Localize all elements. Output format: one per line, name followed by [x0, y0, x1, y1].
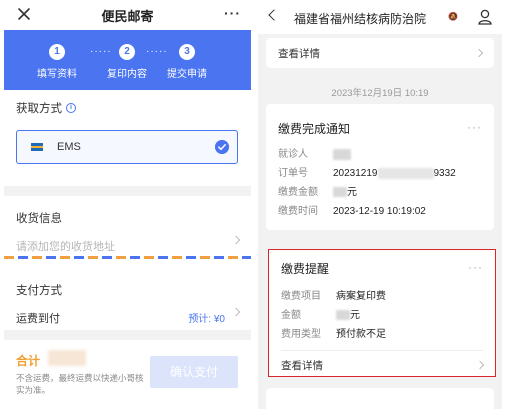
address-title: 收货信息	[16, 213, 62, 225]
close-icon[interactable]	[16, 6, 32, 22]
chevron-right-icon	[475, 360, 485, 370]
page-title: 便民邮寄	[101, 8, 154, 24]
kv-row: 金额 元	[269, 306, 495, 325]
card-body: 就诊人 订单号 20231219 9332 缴费金额 元 缴费时间 2023-12…	[266, 145, 494, 221]
more-icon[interactable]: ···	[224, 5, 241, 21]
step-number: 2	[119, 44, 135, 60]
payment-complete-card[interactable]: 缴费完成通知 ··· 就诊人 订单号 20231219 9332 缴费金额 元 缴…	[266, 104, 494, 230]
back-icon[interactable]	[268, 9, 280, 21]
order-prefix: 20231219	[333, 168, 378, 179]
card-title: 缴费完成通知	[278, 122, 351, 136]
nav-bar: 便民邮寄 ···	[4, 0, 251, 30]
payment-estimate: 预计: ¥0	[188, 314, 225, 325]
more-icon[interactable]: ···	[467, 120, 482, 137]
card-title: 缴费提醒	[281, 262, 330, 276]
left-screen: 便民邮寄 ··· 1 填写资料 ····· 2 复印内容 ····· 3 提交申…	[4, 0, 251, 409]
step-number: 1	[49, 44, 65, 60]
step-label: 提交申请	[167, 69, 207, 80]
pickup-title-row: 获取方式 i	[4, 100, 251, 116]
redacted-order	[377, 167, 434, 179]
step-number: 3	[179, 44, 195, 60]
bottom-bar: 合计 不含运费，最终运费以快递小哥核实为准。 确认支付	[4, 340, 251, 409]
pickup-section: 获取方式 i EMS	[4, 100, 251, 164]
nav-bar: 福建省福州结核病防治院 🔕	[258, 0, 502, 34]
kv-key: 费用类型	[281, 329, 321, 340]
total-amount-redacted	[48, 350, 86, 366]
ems-logo-icon	[31, 143, 43, 151]
order-suffix: 9332	[433, 168, 456, 179]
payment-section[interactable]: 支付方式 运费到付 预计: ¥0	[4, 282, 251, 326]
right-screen: 福建省福州结核病防治院 🔕 查看详情 2023年12月19日 10:19 缴费完…	[258, 0, 502, 409]
view-details-link[interactable]: 查看详情	[266, 38, 494, 61]
page-title: 福建省福州结核病防治院	[294, 12, 427, 26]
kv-value	[333, 145, 351, 164]
kv-key: 金额	[281, 310, 301, 321]
step-3: 3 提交申请	[152, 44, 222, 80]
step-1: 1 填写资料	[22, 44, 92, 80]
ems-label: EMS	[57, 141, 81, 153]
info-icon[interactable]: i	[66, 103, 76, 113]
kv-value: 预付款不足	[336, 329, 386, 340]
card-header: 缴费完成通知 ···	[266, 104, 494, 137]
section-divider	[4, 330, 251, 340]
payment-method: 运费到付	[16, 313, 60, 325]
kv-value: 2023-12-19 10:19:02	[333, 206, 426, 217]
kv-key: 缴费时间	[278, 206, 318, 217]
section-divider	[258, 240, 502, 246]
kv-key: 订单号	[278, 168, 308, 179]
step-progress: 1 填写资料 ····· 2 复印内容 ····· 3 提交申请	[4, 30, 251, 90]
section-divider	[4, 186, 251, 196]
kv-row: 订单号 20231219 9332	[266, 164, 494, 183]
kv-value: 元	[333, 183, 357, 202]
amount-unit: 元	[347, 187, 357, 198]
kv-key: 缴费项目	[281, 291, 321, 302]
redacted-amount	[333, 187, 347, 198]
more-icon[interactable]: ···	[468, 260, 483, 277]
check-icon	[215, 140, 229, 154]
kv-key: 就诊人	[278, 149, 308, 160]
shipping-note: 不含运费，最终运费以快递小哥核实为准。	[16, 373, 144, 395]
ems-option[interactable]: EMS	[16, 130, 238, 164]
kv-row: 缴费项目 病案复印费	[269, 287, 495, 306]
user-icon[interactable]	[478, 9, 492, 25]
kv-value: 病案复印费	[336, 291, 386, 302]
amount-unit: 元	[350, 310, 360, 321]
pickup-title: 获取方式	[16, 103, 62, 115]
kv-value: 元	[336, 306, 360, 325]
redacted-amount	[336, 310, 350, 321]
confirm-pay-button[interactable]: 确认支付	[150, 356, 238, 388]
kv-row: 费用类型 预付款不足	[269, 325, 495, 344]
address-placeholder: 请添加您的收货地址	[16, 241, 115, 253]
payment-row: 运费到付 预计: ¥0	[4, 310, 251, 326]
envelope-divider	[4, 256, 251, 259]
kv-key: 缴费金额	[278, 187, 318, 198]
kv-value: 20231219 9332	[333, 164, 456, 183]
card-body: 缴费项目 病案复印费 金额 元 费用类型 预付款不足	[269, 287, 495, 344]
total-label: 合计	[16, 354, 41, 368]
kv-row: 缴费金额 元	[266, 183, 494, 202]
card-header: 缴费提醒 ···	[269, 250, 495, 277]
kv-row: 就诊人	[266, 145, 494, 164]
payment-reminder-card[interactable]: 缴费提醒 ··· 缴费项目 病案复印费 金额 元 费用类型 预付款不足 查看详情	[268, 249, 496, 377]
next-card[interactable]	[266, 388, 494, 409]
step-label: 填写资料	[37, 69, 77, 80]
card-divider	[281, 350, 483, 351]
mute-icon: 🔕	[448, 12, 458, 21]
payment-title: 支付方式	[16, 285, 62, 297]
top-card[interactable]: 查看详情	[266, 38, 494, 68]
view-details-link[interactable]: 查看详情	[269, 358, 323, 373]
kv-row: 缴费时间 2023-12-19 10:19:02	[266, 202, 494, 221]
redacted-patient	[333, 148, 351, 160]
message-timestamp: 2023年12月19日 10:19	[331, 88, 429, 99]
address-section[interactable]: 收货信息 请添加您的收货地址	[4, 210, 251, 254]
